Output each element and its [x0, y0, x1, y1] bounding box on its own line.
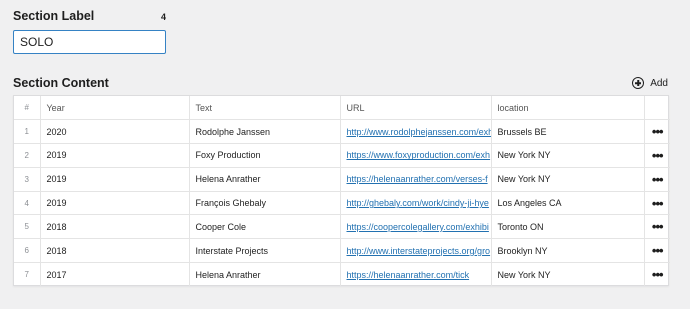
- add-row-button[interactable]: Add: [632, 77, 668, 89]
- more-horizontal-icon[interactable]: •••: [652, 196, 664, 211]
- row-actions-cell[interactable]: •••: [644, 143, 670, 168]
- row-number: 2: [14, 143, 41, 168]
- row-number: 7: [14, 262, 41, 287]
- row-number: 1: [14, 119, 41, 145]
- location-cell[interactable]: Toronto ON: [491, 214, 645, 240]
- text-cell[interactable]: Helena Anrather: [189, 167, 341, 192]
- column-header-location: location: [491, 96, 645, 121]
- year-cell[interactable]: 2020: [40, 119, 190, 145]
- text-cell[interactable]: Rodolphe Janssen: [189, 119, 341, 145]
- url-link[interactable]: https://helenaanrather.com/tick: [347, 270, 470, 280]
- row-actions-cell[interactable]: •••: [644, 214, 670, 240]
- text-cell[interactable]: François Ghebaly: [189, 191, 341, 216]
- more-horizontal-icon[interactable]: •••: [652, 243, 664, 258]
- year-cell[interactable]: 2019: [40, 143, 190, 168]
- column-header-year: Year: [40, 96, 190, 121]
- url-cell[interactable]: https://helenaanrather.com/tick: [340, 262, 492, 287]
- row-actions-cell[interactable]: •••: [644, 167, 670, 192]
- year-cell[interactable]: 2019: [40, 191, 190, 216]
- section-label-input[interactable]: [13, 30, 166, 54]
- character-count: 4: [160, 12, 166, 22]
- table-row: 7 2017 Helena Anrather https://helenaanrath…: [14, 262, 670, 287]
- content-table: # Year Text URL location 1 2020 Rodolphe J…: [13, 95, 670, 287]
- row-actions-cell[interactable]: •••: [644, 119, 670, 145]
- url-cell[interactable]: https://helenaanrather.com/verses-f: [340, 167, 492, 192]
- url-link[interactable]: http://ghebaly.com/work/cindy-ji-hye: [347, 198, 489, 208]
- year-cell[interactable]: 2017: [40, 262, 190, 287]
- table-row: 4 2019 François Ghebaly http://ghebaly.com/…: [14, 191, 670, 216]
- more-horizontal-icon[interactable]: •••: [652, 219, 664, 234]
- column-header-actions: [644, 96, 670, 121]
- row-actions-cell[interactable]: •••: [644, 238, 670, 264]
- url-link[interactable]: http://www.rodolphejanssen.com/exh: [347, 127, 491, 137]
- url-cell[interactable]: http://ghebaly.com/work/cindy-ji-hye: [340, 191, 492, 216]
- url-link[interactable]: https://helenaanrather.com/verses-f: [347, 174, 488, 184]
- more-horizontal-icon[interactable]: •••: [652, 267, 664, 282]
- column-header-number: #: [14, 96, 41, 121]
- more-horizontal-icon[interactable]: •••: [652, 172, 664, 187]
- table-row: 5 2018 Cooper Cole https://coopercolegaller…: [14, 214, 670, 240]
- url-cell[interactable]: https://www.foxyproduction.com/exh: [340, 143, 492, 168]
- location-cell[interactable]: Los Angeles CA: [491, 191, 645, 216]
- section-label-title: Section Label: [13, 9, 95, 23]
- column-header-text: Text: [189, 96, 341, 121]
- row-actions-cell[interactable]: •••: [644, 263, 670, 287]
- row-actions-cell[interactable]: •••: [644, 191, 670, 216]
- row-number: 3: [14, 167, 41, 192]
- table-row: 6 2018 Interstate Projects http://www.inter…: [14, 238, 670, 264]
- text-cell[interactable]: Cooper Cole: [189, 214, 341, 240]
- url-link[interactable]: http://www.interstateprojects.org/gro: [347, 246, 491, 256]
- location-cell[interactable]: Brussels BE: [491, 119, 645, 145]
- table-header-row: # Year Text URL location: [14, 96, 670, 121]
- add-button-label: Add: [650, 77, 668, 89]
- more-horizontal-icon[interactable]: •••: [652, 148, 664, 163]
- section-content-title: Section Content: [13, 76, 109, 90]
- table-row: 3 2019 Helena Anrather https://helenaanrath…: [14, 167, 670, 192]
- location-cell[interactable]: New York NY: [491, 262, 645, 287]
- plus-circle-icon: [632, 77, 645, 89]
- year-cell[interactable]: 2018: [40, 238, 190, 264]
- location-cell[interactable]: New York NY: [491, 143, 645, 168]
- url-link[interactable]: https://coopercolegallery.com/exhibi: [347, 222, 489, 232]
- url-cell[interactable]: http://www.interstateprojects.org/gro: [340, 238, 492, 264]
- more-horizontal-icon[interactable]: •••: [652, 124, 664, 139]
- location-cell[interactable]: Brooklyn NY: [491, 238, 645, 264]
- row-number: 4: [14, 191, 41, 216]
- year-cell[interactable]: 2018: [40, 214, 190, 240]
- year-cell[interactable]: 2019: [40, 167, 190, 192]
- table-row: 1 2020 Rodolphe Janssen http://www.rodolphe…: [14, 119, 670, 145]
- table-row: 2 2019 Foxy Production https://www.foxyprod…: [14, 143, 670, 168]
- row-number: 6: [14, 238, 41, 264]
- row-number: 5: [14, 214, 41, 240]
- text-cell[interactable]: Helena Anrather: [189, 262, 341, 287]
- text-cell[interactable]: Foxy Production: [189, 143, 341, 168]
- section-label-header: Section Label 4: [13, 9, 168, 23]
- location-cell[interactable]: New York NY: [491, 167, 645, 192]
- url-cell[interactable]: https://coopercolegallery.com/exhibi: [340, 214, 492, 240]
- text-cell[interactable]: Interstate Projects: [189, 238, 341, 264]
- url-link[interactable]: https://www.foxyproduction.com/exh: [347, 150, 491, 160]
- url-cell[interactable]: http://www.rodolphejanssen.com/exh: [340, 119, 492, 145]
- column-header-url: URL: [340, 96, 492, 121]
